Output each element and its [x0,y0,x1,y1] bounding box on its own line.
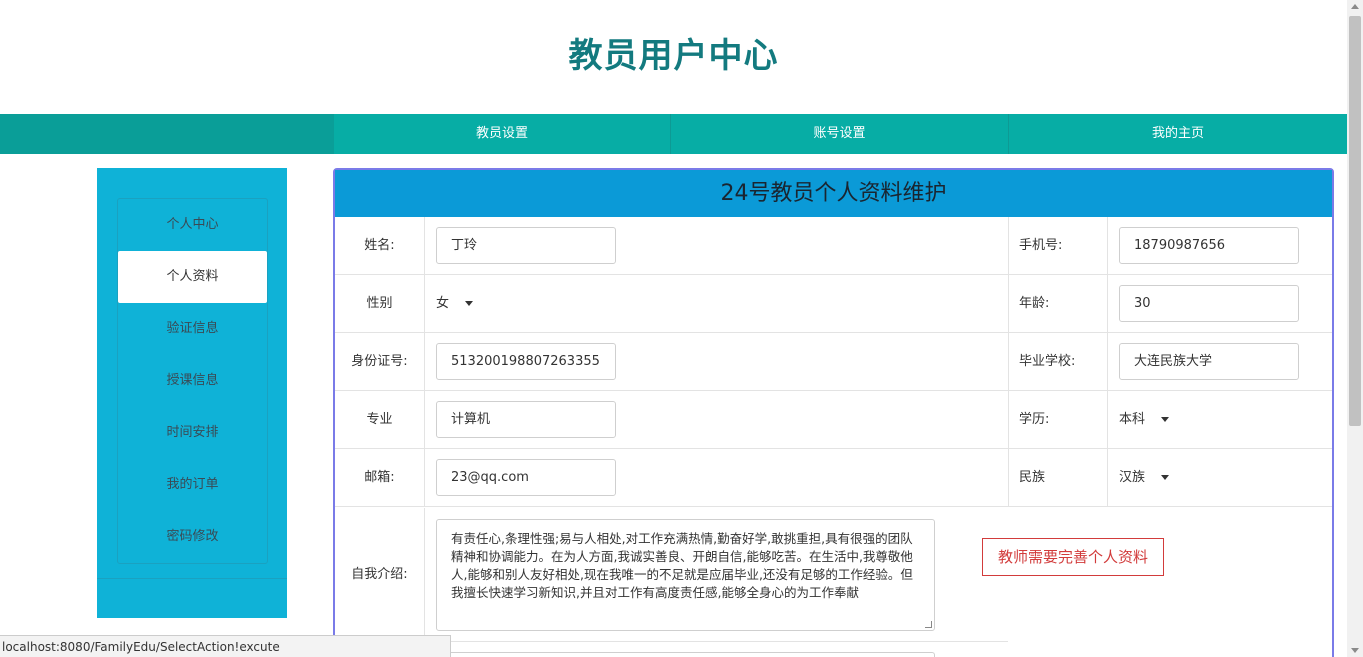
scroll-up-icon[interactable] [1351,4,1359,9]
name-input[interactable]: 丁玲 [436,227,616,264]
next-field-input[interactable] [436,652,935,657]
resize-grip-icon[interactable] [925,621,932,628]
form-row-major-education: 专业 计算机 学历: 本科 [335,391,1332,449]
sidebar-item-profile[interactable]: 个人资料 [118,251,267,303]
phone-input[interactable]: 18790987656 [1119,227,1299,264]
sidebar-menu: 个人中心 个人资料 验证信息 授课信息 时间安排 我的订单 密码修改 [117,198,268,564]
ethnicity-label: 民族 [1008,449,1108,507]
sidebar-item-my-orders[interactable]: 我的订单 [118,459,267,511]
age-label: 年龄: [1008,275,1108,333]
nav-item-account-settings[interactable]: 账号设置 [671,114,1009,154]
intro-textarea[interactable]: 有责任心,条理性强;易与人相处,对工作充满热情,勤奋好学,敢挑重担,具有很强的团… [436,519,935,631]
sidebar-item-schedule[interactable]: 时间安排 [118,407,267,459]
school-input[interactable]: 大连民族大学 [1119,343,1299,380]
browser-status-bar: localhost:8080/FamilyEdu/SelectAction!ex… [0,635,451,657]
email-label: 邮箱: [335,449,425,507]
education-label: 学历: [1008,391,1108,449]
age-input[interactable]: 30 [1119,285,1299,322]
major-label: 专业 [335,391,425,449]
row-divider [425,641,1008,642]
nav-item-my-homepage[interactable]: 我的主页 [1009,114,1347,154]
sidebar-item-change-password[interactable]: 密码修改 [118,511,267,563]
email-input[interactable]: 23@qq.com [436,459,616,496]
chevron-down-icon [465,301,474,306]
idcard-label: 身份证号: [335,333,425,391]
sidebar-item-teaching-info[interactable]: 授课信息 [118,355,267,407]
top-nav: 教员设置 账号设置 我的主页 [0,114,1347,154]
gender-label: 性别 [335,275,425,333]
sidebar-item-verification[interactable]: 验证信息 [118,303,267,355]
form-row-email-ethnicity: 邮箱: 23@qq.com 民族 汉族 [335,449,1332,507]
vertical-scrollbar[interactable] [1347,0,1363,657]
idcard-input[interactable]: 513200198807263355 [436,343,616,380]
intro-text: 有责任心,条理性强;易与人相处,对工作充满热情,勤奋好学,敢挑重担,具有很强的团… [451,531,913,600]
major-input[interactable]: 计算机 [436,401,616,438]
sidebar-item-personal-center[interactable]: 个人中心 [118,199,267,251]
scroll-down-icon[interactable] [1351,648,1359,653]
nav-item-teacher-settings[interactable]: 教员设置 [334,114,671,154]
nav-left-spacer [0,114,334,154]
phone-label: 手机号: [1008,217,1108,275]
page: 教员用户中心 教员设置 账号设置 我的主页 个人中心 个人资料 验证信息 授课信… [0,0,1363,657]
form-row-gender-age: 性别 女 年龄: 30 [335,275,1332,333]
form-row-name-phone: 姓名: 丁玲 手机号: 18790987656 [335,217,1332,275]
ethnicity-select[interactable]: 汉族 [1119,449,1170,507]
school-label: 毕业学校: [1008,333,1108,391]
sidebar: 个人中心 个人资料 验证信息 授课信息 时间安排 我的订单 密码修改 [97,168,287,618]
education-select[interactable]: 本科 [1119,391,1170,449]
intro-label: 自我介绍: [335,508,425,642]
panel-title: 24号教员个人资料维护 [335,170,1332,217]
form-row-idcard-school: 身份证号: 513200198807263355 毕业学校: 大连民族大学 [335,333,1332,391]
sidebar-divider [97,578,287,579]
scroll-thumb[interactable] [1349,16,1361,426]
gender-select[interactable]: 女 [436,275,474,333]
ethnicity-select-value: 汉族 [1119,470,1146,485]
profile-panel: 24号教员个人资料维护 姓名: 丁玲 手机号: 18790987656 性别 女… [333,168,1334,657]
profile-notice: 教师需要完善个人资料 [982,538,1164,576]
gender-select-value: 女 [436,296,450,311]
chevron-down-icon [1161,475,1170,480]
page-title: 教员用户中心 [568,36,779,76]
name-label: 姓名: [335,217,425,275]
form-row-intro: 自我介绍: 有责任心,条理性强;易与人相处,对工作充满热情,勤奋好学,敢挑重担,… [335,508,1332,642]
education-select-value: 本科 [1119,412,1146,427]
chevron-down-icon [1161,417,1170,422]
